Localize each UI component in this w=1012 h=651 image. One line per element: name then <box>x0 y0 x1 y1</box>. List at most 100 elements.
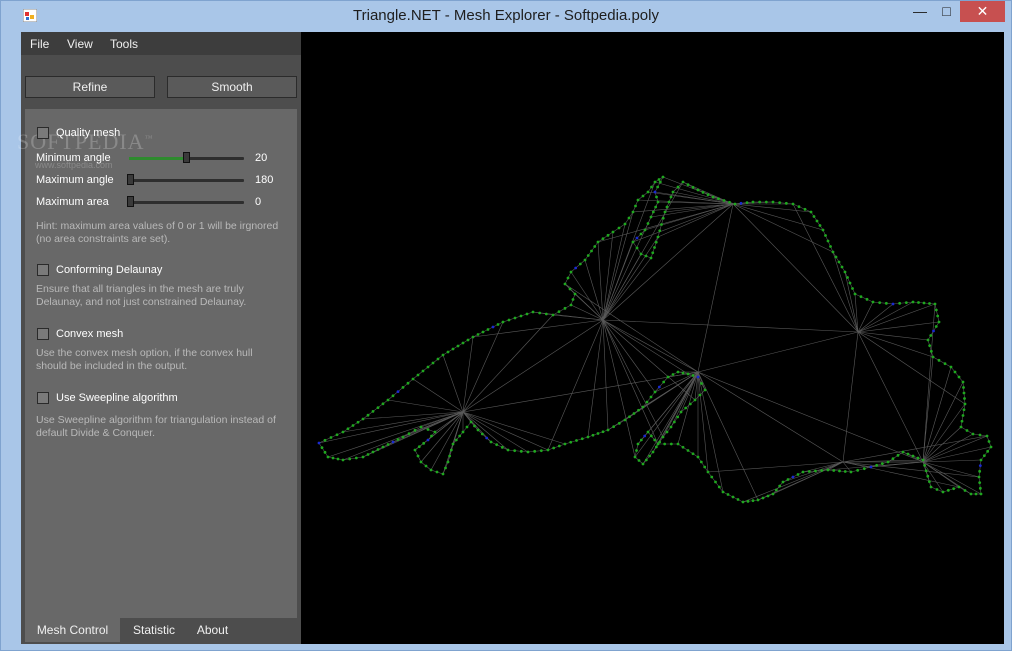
mesh-vertex <box>448 454 452 458</box>
mesh-vertex <box>655 195 658 199</box>
mesh-vertex <box>924 469 928 473</box>
mesh-vertex <box>654 240 658 244</box>
convex-mesh-label[interactable]: Convex mesh <box>56 328 123 340</box>
maximum-area-slider[interactable] <box>127 196 244 207</box>
mesh-vertex <box>495 443 499 447</box>
mesh-edge <box>462 371 699 413</box>
mesh-vertex <box>650 185 653 189</box>
mesh-vertex <box>426 365 430 369</box>
maximum-area-slider-thumb[interactable] <box>127 196 134 207</box>
mesh-vertex <box>978 433 982 437</box>
mesh-edge <box>597 241 604 321</box>
mesh-vertex <box>726 493 730 496</box>
mesh-vertex <box>941 490 945 494</box>
mesh-vertex <box>824 234 827 237</box>
mesh-edge <box>342 411 464 433</box>
mesh-vertex <box>586 435 590 439</box>
refine-button[interactable]: Refine <box>25 76 155 98</box>
tab-about[interactable]: About <box>190 618 235 642</box>
title-bar[interactable]: Triangle.NET - Mesh Explorer - Softpedia… <box>1 1 1011 31</box>
mesh-vertex <box>818 224 822 227</box>
smooth-button[interactable]: Smooth <box>167 76 297 98</box>
mesh-vertex <box>711 195 715 199</box>
mesh-edge <box>637 371 699 445</box>
mesh-vertex <box>519 449 523 453</box>
quality-mesh-label[interactable]: Quality mesh <box>56 127 120 139</box>
mesh-vertex <box>663 210 667 214</box>
maximum-area-label: Maximum area <box>36 196 109 208</box>
menu-tools[interactable]: Tools <box>110 37 138 51</box>
mesh-vertex <box>513 316 517 320</box>
mesh-edge <box>602 319 696 401</box>
close-button[interactable]: ✕ <box>960 1 1005 22</box>
mesh-vertex <box>641 462 645 466</box>
mesh-edge <box>318 442 329 458</box>
mesh-edge <box>857 331 966 405</box>
mesh-vertex <box>671 373 675 376</box>
minimum-angle-slider[interactable] <box>129 152 244 163</box>
mesh-vertex <box>820 469 824 472</box>
mesh-vertex <box>937 320 941 324</box>
mesh-canvas[interactable] <box>303 32 1004 644</box>
mesh-edge <box>697 371 759 501</box>
maximize-button[interactable]: □ <box>933 1 960 22</box>
mesh-vertex <box>573 292 577 296</box>
conforming-delaunay-checkbox[interactable] <box>37 264 49 276</box>
mesh-vertex <box>361 417 365 421</box>
mesh-vertex <box>869 465 873 469</box>
mesh-vertex <box>366 453 370 456</box>
mesh-vertex <box>636 442 640 446</box>
mesh-edge <box>647 431 659 445</box>
mesh-vertex <box>557 310 561 314</box>
mesh-vertex <box>979 458 983 462</box>
mesh-vertex <box>486 328 490 331</box>
mesh-vertex <box>417 445 421 449</box>
mesh-vertex <box>766 494 770 498</box>
mesh-vertex <box>591 433 595 437</box>
mesh-vertex <box>649 395 653 399</box>
sweepline-checkbox[interactable] <box>37 392 49 404</box>
mesh-vertex <box>644 458 648 462</box>
mesh-vertex <box>563 282 567 286</box>
conforming-delaunay-label[interactable]: Conforming Delaunay <box>56 264 162 276</box>
mesh-vertex <box>679 410 683 414</box>
mesh-vertex <box>669 425 673 429</box>
mesh-vertex <box>538 311 542 315</box>
minimum-angle-label: Minimum angle <box>36 152 111 164</box>
quality-mesh-checkbox[interactable] <box>37 127 49 139</box>
maximum-angle-slider-thumb[interactable] <box>127 174 134 185</box>
mesh-edge <box>922 426 962 463</box>
tab-statistic[interactable]: Statistic <box>125 618 183 642</box>
minimum-angle-value: 20 <box>255 152 268 164</box>
mesh-vertex <box>846 276 849 279</box>
mesh-vertex <box>590 249 593 253</box>
mesh-vertex <box>916 456 920 460</box>
mesh-vertex <box>849 470 853 474</box>
mesh-vertex <box>376 406 380 409</box>
convex-mesh-checkbox[interactable] <box>37 328 49 340</box>
mesh-edge <box>602 319 609 431</box>
mesh-vertex <box>751 200 755 204</box>
maximum-angle-slider[interactable] <box>127 174 244 185</box>
menu-file[interactable]: File <box>30 37 49 51</box>
mesh-vertex <box>797 205 801 209</box>
menu-view[interactable]: View <box>67 37 93 51</box>
minimum-angle-slider-thumb[interactable] <box>183 152 190 163</box>
mesh-vertex <box>657 385 661 389</box>
mesh-vertex <box>653 180 657 184</box>
mesh-vertex <box>812 215 816 218</box>
minimize-button[interactable]: — <box>907 1 933 22</box>
mesh-vertex <box>756 498 760 502</box>
mesh-vertex <box>906 452 910 456</box>
mesh-vertex <box>728 200 731 204</box>
mesh-vertex <box>461 341 465 345</box>
tab-mesh-control[interactable]: Mesh Control <box>25 618 120 642</box>
mesh-vertex <box>336 457 340 461</box>
mesh-edge <box>732 203 859 333</box>
mesh-vertex <box>485 436 489 440</box>
mesh-vertex <box>978 481 982 485</box>
mesh-vertex <box>928 302 931 305</box>
mesh-vertex <box>575 439 578 442</box>
sweepline-label[interactable]: Use Sweepline algorithm <box>56 392 178 404</box>
mesh-vertex <box>665 430 669 434</box>
